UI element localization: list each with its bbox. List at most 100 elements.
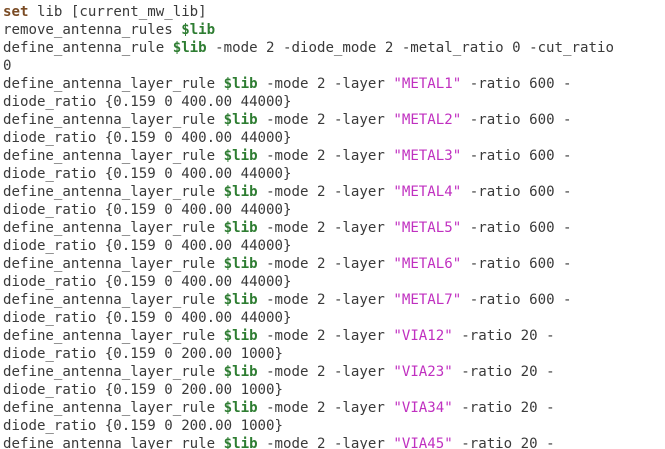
code-line: diode_ratio {0.159 0 200.00 1000} <box>3 417 614 435</box>
text-token: -ratio 600 - <box>461 148 572 164</box>
variable-token: $lib <box>223 292 258 308</box>
text-token: diode_ratio {0.159 0 400.00 44000} <box>3 130 292 146</box>
text-token: -ratio 600 - <box>461 220 572 236</box>
string-token: "VIA12" <box>393 328 453 344</box>
text-token: -mode 2 -layer <box>257 256 394 272</box>
string-token: "VIA45" <box>393 436 453 449</box>
variable-token: $lib <box>223 256 258 272</box>
code-line: define_antenna_layer_rule $lib -mode 2 -… <box>3 399 614 417</box>
variable-token: $lib <box>223 148 258 164</box>
text-token: define_antenna_rule <box>3 40 173 56</box>
code-line: define_antenna_rule $lib -mode 2 -diode_… <box>3 39 614 57</box>
text-token: diode_ratio {0.159 0 200.00 1000} <box>3 418 284 434</box>
code-line: define_antenna_layer_rule $lib -mode 2 -… <box>3 147 614 165</box>
text-token: define_antenna_layer_rule <box>3 400 224 416</box>
text-token: define_antenna_layer_rule <box>3 292 224 308</box>
text-token: -mode 2 -layer <box>257 112 394 128</box>
text-token: define_antenna_layer_rule <box>3 256 224 272</box>
code-line: diode_ratio {0.159 0 400.00 44000} <box>3 237 614 255</box>
variable-token: $lib <box>181 22 216 38</box>
text-token: lib [current_mw_lib] <box>28 4 207 20</box>
text-token: -mode 2 -layer <box>257 76 394 92</box>
code-text-area[interactable]: set lib [current_mw_lib] remove_antenna_r… <box>3 3 614 449</box>
string-token: "METAL6" <box>393 256 462 272</box>
string-token: "METAL4" <box>393 184 462 200</box>
variable-token: $lib <box>223 76 258 92</box>
code-line: diode_ratio {0.159 0 400.00 44000} <box>3 165 614 183</box>
text-token: -ratio 600 - <box>461 76 572 92</box>
code-line: diode_ratio {0.159 0 200.00 1000} <box>3 345 614 363</box>
text-token: -mode 2 -layer <box>257 328 394 344</box>
text-token: -ratio 600 - <box>461 256 572 272</box>
text-token: remove_antenna_rules <box>3 22 182 38</box>
code-line: define_antenna_layer_rule $lib -mode 2 -… <box>3 435 614 449</box>
string-token: "VIA23" <box>393 364 453 380</box>
text-token: diode_ratio {0.159 0 400.00 44000} <box>3 202 292 218</box>
text-token: -mode 2 -layer <box>257 400 394 416</box>
text-token: define_antenna_layer_rule <box>3 148 224 164</box>
text-token: -ratio 20 - <box>452 400 555 416</box>
text-token: diode_ratio {0.159 0 400.00 44000} <box>3 166 292 182</box>
string-token: "METAL7" <box>393 292 462 308</box>
text-token: -ratio 20 - <box>452 364 555 380</box>
string-token: "METAL3" <box>393 148 462 164</box>
text-token: define_antenna_layer_rule <box>3 364 224 380</box>
text-token: -mode 2 -layer <box>257 292 394 308</box>
variable-token: $lib <box>172 40 207 56</box>
text-token: define_antenna_layer_rule <box>3 328 224 344</box>
code-line: define_antenna_layer_rule $lib -mode 2 -… <box>3 363 614 381</box>
keyword-token: set <box>3 4 29 20</box>
text-token: -mode 2 -layer <box>257 364 394 380</box>
code-line: diode_ratio {0.159 0 400.00 44000} <box>3 273 614 291</box>
code-line: set lib [current_mw_lib] <box>3 3 614 21</box>
variable-token: $lib <box>223 184 258 200</box>
code-line: define_antenna_layer_rule $lib -mode 2 -… <box>3 183 614 201</box>
text-token: define_antenna_layer_rule <box>3 112 224 128</box>
code-editor[interactable]: set lib [current_mw_lib] remove_antenna_r… <box>0 0 665 449</box>
text-token: -mode 2 -layer <box>257 184 394 200</box>
code-line: define_antenna_layer_rule $lib -mode 2 -… <box>3 111 614 129</box>
code-line: diode_ratio {0.159 0 400.00 44000} <box>3 93 614 111</box>
string-token: "METAL2" <box>393 112 462 128</box>
text-token: diode_ratio {0.159 0 400.00 44000} <box>3 274 292 290</box>
text-token: -mode 2 -diode_mode 2 -metal_ratio 0 -cu… <box>206 40 614 56</box>
code-line: define_antenna_layer_rule $lib -mode 2 -… <box>3 219 614 237</box>
text-token: -ratio 600 - <box>461 292 572 308</box>
string-token: "VIA34" <box>393 400 453 416</box>
code-line: define_antenna_layer_rule $lib -mode 2 -… <box>3 327 614 345</box>
code-line: diode_ratio {0.159 0 200.00 1000} <box>3 381 614 399</box>
variable-token: $lib <box>223 328 258 344</box>
code-line: diode_ratio {0.159 0 400.00 44000} <box>3 201 614 219</box>
text-token: define_antenna_layer_rule <box>3 220 224 236</box>
code-line: diode_ratio {0.159 0 400.00 44000} <box>3 129 614 147</box>
code-line: define_antenna_layer_rule $lib -mode 2 -… <box>3 291 614 309</box>
code-line: remove_antenna_rules $lib <box>3 21 614 39</box>
text-token: -ratio 600 - <box>461 184 572 200</box>
code-line: 0 <box>3 57 614 75</box>
text-token: diode_ratio {0.159 0 200.00 1000} <box>3 346 284 362</box>
text-token: -ratio 600 - <box>461 112 572 128</box>
text-token: -ratio 20 - <box>452 436 555 449</box>
code-line: diode_ratio {0.159 0 400.00 44000} <box>3 309 614 327</box>
text-token: diode_ratio {0.159 0 400.00 44000} <box>3 310 292 326</box>
text-token: diode_ratio {0.159 0 400.00 44000} <box>3 94 292 110</box>
text-token: -ratio 20 - <box>452 328 555 344</box>
text-token: define_antenna_layer_rule <box>3 184 224 200</box>
text-token: define_antenna_layer_rule <box>3 436 224 449</box>
text-token: -mode 2 -layer <box>257 220 394 236</box>
text-token: 0 <box>3 58 12 74</box>
variable-token: $lib <box>223 364 258 380</box>
text-token: -mode 2 -layer <box>257 148 394 164</box>
text-token: diode_ratio {0.159 0 400.00 44000} <box>3 238 292 254</box>
text-token: -mode 2 -layer <box>257 436 394 449</box>
code-line: define_antenna_layer_rule $lib -mode 2 -… <box>3 75 614 93</box>
variable-token: $lib <box>223 400 258 416</box>
variable-token: $lib <box>223 220 258 236</box>
text-token: diode_ratio {0.159 0 200.00 1000} <box>3 382 284 398</box>
string-token: "METAL1" <box>393 76 462 92</box>
variable-token: $lib <box>223 436 258 449</box>
variable-token: $lib <box>223 112 258 128</box>
text-token: define_antenna_layer_rule <box>3 76 224 92</box>
code-line: define_antenna_layer_rule $lib -mode 2 -… <box>3 255 614 273</box>
string-token: "METAL5" <box>393 220 462 236</box>
